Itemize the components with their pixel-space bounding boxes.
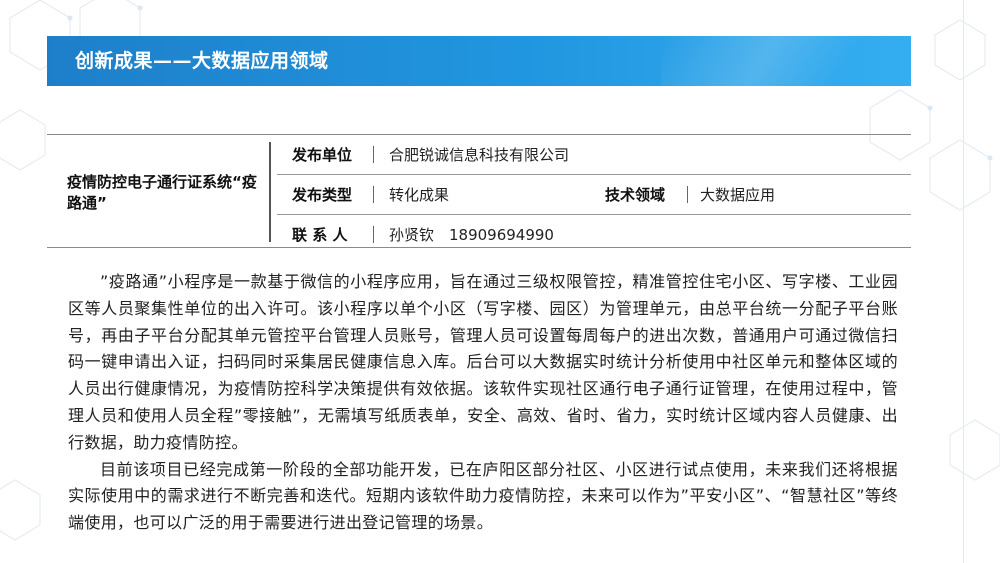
table-bottom-rule [47, 247, 911, 248]
vertical-divider [269, 142, 271, 242]
banner-highlight [661, 36, 911, 86]
label-separator [373, 186, 374, 203]
banner-title: 创新成果——大数据应用领域 [75, 50, 329, 72]
right-edge-rule [963, 0, 964, 563]
label-separator [373, 146, 374, 163]
paragraph: ”疫路通”小程序是一款基于微信的小程序应用，旨在通过三级权限管控，精准管控住宅小… [68, 272, 898, 452]
row-divider [277, 174, 911, 175]
label-separator [687, 186, 688, 203]
publisher-value: 合肥锐诚信息科技有限公司 [389, 146, 570, 164]
label-separator [373, 226, 374, 243]
field-value: 大数据应用 [700, 186, 776, 204]
field-label: 技术领域 [605, 186, 666, 204]
contact-label: 联 系 人 [292, 226, 348, 244]
description-text: ”疫路通”小程序是一款基于微信的小程序应用，旨在通过三级权限管控，精准管控住宅小… [68, 269, 898, 537]
table-top-rule [47, 134, 911, 135]
contact-value: 孙贤钦 18909694990 [389, 226, 554, 244]
row-divider [277, 214, 911, 215]
paragraph: 目前该项目已经完成第一阶段的全部功能开发，已在庐阳区部分社区、小区进行试点使用，… [68, 459, 898, 533]
type-label: 发布类型 [292, 186, 353, 204]
project-info-table: 疫情防控电子通行证系统“疫路通” 发布单位 合肥锐诚信息科技有限公司 发布类型 … [47, 134, 911, 248]
project-title: 疫情防控电子通行证系统“疫路通” [67, 173, 257, 212]
publisher-label: 发布单位 [292, 146, 353, 164]
type-value: 转化成果 [389, 186, 450, 204]
section-banner: 创新成果——大数据应用领域 [47, 36, 911, 86]
